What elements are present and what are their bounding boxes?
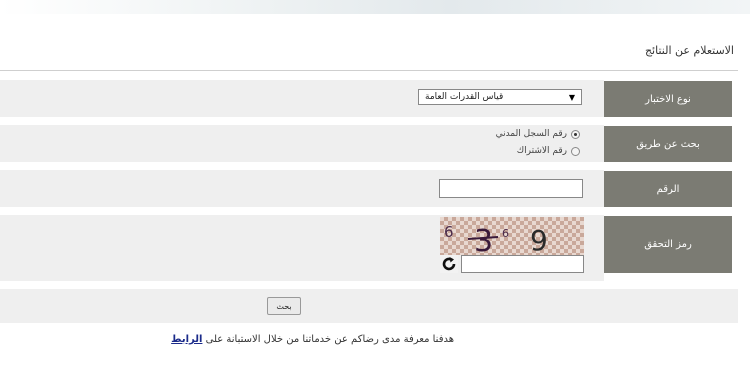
survey-link[interactable]: الرابط — [171, 334, 202, 345]
search-button[interactable]: بحث — [267, 297, 301, 315]
radio-subscription[interactable] — [571, 146, 580, 156]
radio-option-subscription[interactable]: رقم الاشتراك — [517, 146, 580, 156]
captcha-label: رمز التحقق — [604, 216, 732, 273]
row-submit — [0, 289, 738, 323]
title-divider — [0, 70, 738, 71]
svg-text:9: 9 — [530, 224, 548, 255]
captcha-input[interactable] — [461, 255, 584, 273]
number-input[interactable] — [439, 179, 583, 198]
captcha-glyphs: 6 3 6 9 — [444, 223, 548, 255]
page-title: الاستعلام عن النتائج — [644, 44, 734, 57]
search-by-label: بحث عن طريق — [604, 126, 732, 162]
exam-type-selected-value: قياس القدرات العامة — [425, 92, 504, 102]
number-label: الرقم — [604, 171, 732, 207]
refresh-icon[interactable] — [440, 255, 458, 273]
svg-text:6: 6 — [444, 223, 454, 241]
triangle-down-icon: ▼ — [568, 92, 575, 102]
svg-text:3: 3 — [474, 224, 493, 255]
svg-text:6: 6 — [502, 227, 509, 240]
radio-option-civil-id[interactable]: رقم السجل المدني — [496, 129, 580, 139]
exam-type-label: نوع الاختبار — [604, 81, 732, 117]
captcha-image: 6 3 6 9 — [440, 217, 584, 255]
radio-civil-id-label: رقم السجل المدني — [495, 129, 567, 139]
radio-subscription-label: رقم الاشتراك — [516, 146, 567, 156]
radio-civil-id[interactable] — [571, 129, 580, 139]
survey-note: هدفنا معرفة مدى رضاكم عن خدماتنا من خلال… — [171, 334, 454, 345]
top-header-band — [0, 0, 750, 14]
survey-note-text: هدفنا معرفة مدى رضاكم عن خدماتنا من خلال… — [205, 334, 454, 345]
exam-type-select[interactable]: قياس القدرات العامة ▼ — [418, 89, 582, 105]
